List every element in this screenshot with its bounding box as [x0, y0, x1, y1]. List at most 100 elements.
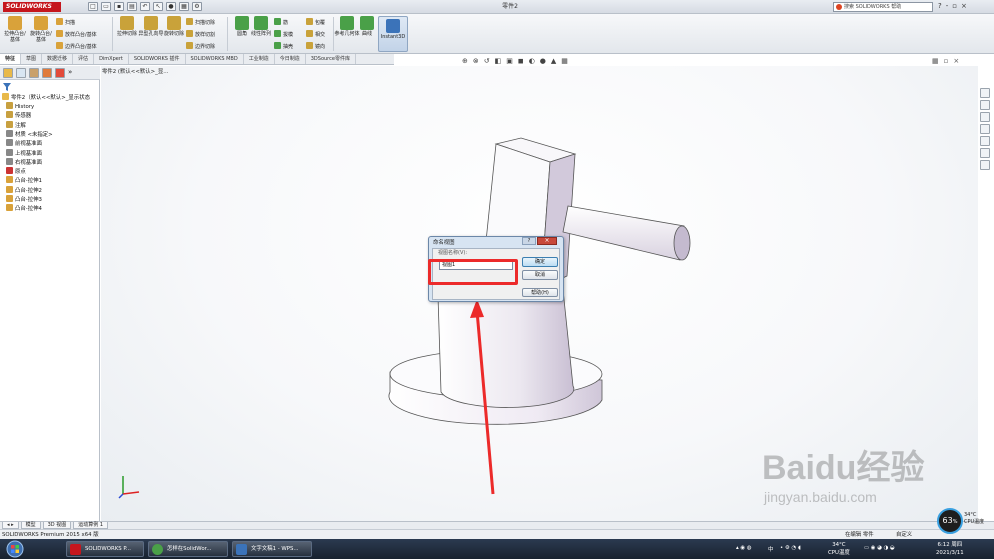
tree-item-icon — [6, 195, 13, 202]
linear-pattern-button[interactable]: 线性阵列 — [248, 16, 274, 37]
minimize-icon[interactable]: - — [946, 2, 949, 11]
apply-scene-icon[interactable]: ▲ — [551, 57, 556, 66]
previous-view-icon[interactable]: ↺ — [484, 57, 490, 66]
boundary-cut-button[interactable]: 边界切除 — [186, 42, 215, 50]
gauge-value: 63 — [942, 516, 953, 525]
tab-data-migration[interactable]: 数据迁移 — [42, 54, 74, 64]
doc-restore-icon[interactable]: ▫ — [944, 57, 949, 66]
rebuild-icon[interactable]: ● — [166, 2, 176, 11]
tile-icon[interactable]: ▦ — [932, 57, 939, 66]
file-properties-icon[interactable]: ▦ — [179, 2, 189, 11]
print-icon[interactable]: ▤ — [127, 2, 137, 11]
help-button[interactable]: 帮助(H) — [522, 288, 558, 297]
new-file-icon[interactable]: □ — [88, 2, 98, 11]
start-button[interactable] — [2, 539, 62, 559]
draft-button[interactable]: 拔模 — [274, 30, 293, 38]
design-library-icon[interactable] — [980, 100, 990, 110]
tray-status-icons[interactable]: ▭ ◉ ◕ ◑ ◒ — [864, 545, 895, 551]
tab-model[interactable]: 模型 — [20, 522, 41, 529]
view-orientation-icon[interactable]: ▣ — [506, 57, 513, 66]
swept-cut-button[interactable]: 扫描切除 — [186, 18, 215, 26]
ok-button[interactable]: 确定 — [522, 257, 558, 267]
zoom-to-area-icon[interactable]: ⊗ — [473, 57, 479, 66]
tab-sketch[interactable]: 草图 — [21, 54, 43, 64]
configuration-tab-icon[interactable] — [29, 68, 39, 78]
wrap-button[interactable]: 包覆 — [306, 18, 325, 26]
tab-today[interactable]: 今日制造 — [275, 54, 306, 64]
resources-icon[interactable] — [980, 88, 990, 98]
edit-appearance-icon[interactable]: ● — [540, 57, 546, 66]
hide-show-items-icon[interactable]: ◐ — [529, 57, 535, 66]
help-icon[interactable]: ? — [938, 2, 942, 11]
revolve-boss-icon — [34, 16, 48, 30]
zoom-to-fit-icon[interactable]: ⊕ — [462, 57, 468, 66]
extrude-boss-button[interactable]: 拉伸凸台/基体 — [2, 16, 28, 43]
shell-button[interactable]: 抽壳 — [274, 42, 293, 50]
tray-more-icons[interactable]: • ⚙ ◔ ◖ — [780, 545, 801, 551]
tray-icons[interactable]: ▴ ◉ ◍ — [736, 545, 752, 551]
mirror-button[interactable]: 镜向 — [306, 42, 325, 50]
loft-boss-button[interactable]: 放样凸台/基体 — [56, 30, 97, 38]
tray-clock[interactable]: 6:12 周四 2021/3/11 — [936, 541, 964, 557]
rib-button[interactable]: 筋 — [274, 18, 288, 26]
forum-icon[interactable] — [980, 160, 990, 170]
help-search-input[interactable]: 搜索 SOLIDWORKS 帮助 — [833, 2, 933, 12]
tree-item[interactable]: 凸台-拉伸4 — [6, 204, 42, 214]
curves-button[interactable]: 曲线 — [354, 16, 380, 37]
tab-evaluate[interactable]: 评估 — [73, 54, 95, 64]
section-view-icon[interactable]: ◧ — [495, 57, 502, 66]
lofted-cut-button[interactable]: 放样切割 — [186, 30, 215, 38]
tab-addins[interactable]: SOLIDWORKS 插件 — [129, 54, 186, 64]
display-manager-tab-icon[interactable] — [55, 68, 65, 78]
extrude-cut-button[interactable]: 拉伸切除 — [114, 16, 140, 37]
tab-mbd[interactable]: SOLIDWORKS MBD — [186, 54, 244, 64]
tab-industrial[interactable]: 工业制造 — [244, 54, 275, 64]
instant3d-button[interactable]: Instant3D — [378, 16, 408, 52]
tab-dimxpert[interactable]: DimXpert — [94, 54, 129, 64]
expand-tabs-icon[interactable]: » — [68, 68, 78, 78]
open-file-icon[interactable]: ▭ — [101, 2, 111, 11]
view-palette-icon[interactable] — [980, 124, 990, 134]
ime-indicator[interactable]: 中 — [768, 545, 773, 553]
dialog-close-icon[interactable]: × — [537, 237, 557, 245]
property-manager-tab-icon[interactable] — [16, 68, 26, 78]
tray-temperature[interactable]: 34°C CPU温度 — [828, 541, 850, 557]
solidworks-logo[interactable]: SOLIDWORKS — [3, 2, 61, 12]
restore-icon[interactable]: ▫ — [952, 2, 957, 11]
taskbar-wps[interactable]: 文字文稿1 - WPS... — [232, 541, 312, 557]
boundary-boss-button[interactable]: 边界凸台/基体 — [56, 42, 97, 50]
swept-cut-label: 扫描切除 — [195, 20, 216, 26]
lofted-cut-icon — [186, 30, 193, 37]
display-style-icon[interactable]: ◼ — [518, 57, 524, 66]
tab-features[interactable]: 特征 — [0, 54, 22, 64]
sweep-button[interactable]: 扫描 — [56, 18, 75, 26]
nav-arrows-icon[interactable]: ◂ ▸ — [2, 522, 19, 529]
select-icon[interactable]: ↖ — [153, 2, 163, 11]
revolve-cut-button[interactable]: 旋转切除 — [161, 16, 187, 37]
file-explorer-icon[interactable] — [980, 112, 990, 122]
doc-close-icon[interactable]: × — [953, 57, 959, 66]
cancel-button[interactable]: 取消 — [522, 270, 558, 280]
title-bar: SOLIDWORKS □ ▭ ▪ ▤ ↶ ↖ ● ▦ ⚙ 零件2 搜索 SOLI… — [0, 0, 994, 14]
tab-3dsource[interactable]: 3DSource零件库 — [306, 54, 356, 64]
taskbar-solidworks[interactable]: SOLIDWORKS P... — [66, 541, 144, 557]
tab-motion-study[interactable]: 运动算例 1 — [73, 522, 109, 529]
feature-tree-tab-icon[interactable] — [3, 68, 13, 78]
filter-icon[interactable] — [3, 83, 97, 91]
dialog-help-icon[interactable]: ? — [522, 237, 536, 245]
viewport-breadcrumb[interactable]: 零件2 (默认<<默认>_显... — [102, 68, 168, 76]
save-icon[interactable]: ▪ — [114, 2, 124, 11]
revolve-boss-button[interactable]: 旋转凸台/基体 — [28, 16, 54, 43]
view-settings-icon[interactable]: ▦ — [561, 57, 568, 66]
taskbar-browser[interactable]: 怎样在SolidWor... — [148, 541, 228, 557]
close-icon[interactable]: × — [961, 2, 967, 11]
intersect-button[interactable]: 相交 — [306, 30, 325, 38]
status-custom[interactable]: 自定义 — [896, 532, 912, 538]
appearances-icon[interactable] — [980, 136, 990, 146]
tab-3d-views[interactable]: 3D 视图 — [42, 522, 72, 529]
windows-taskbar: SOLIDWORKS P... 怎样在SolidWor... 文字文稿1 - W… — [0, 539, 994, 559]
undo-icon[interactable]: ↶ — [140, 2, 150, 11]
options-icon[interactable]: ⚙ — [192, 2, 202, 11]
dimxpert-tab-icon[interactable] — [42, 68, 52, 78]
custom-properties-icon[interactable] — [980, 148, 990, 158]
